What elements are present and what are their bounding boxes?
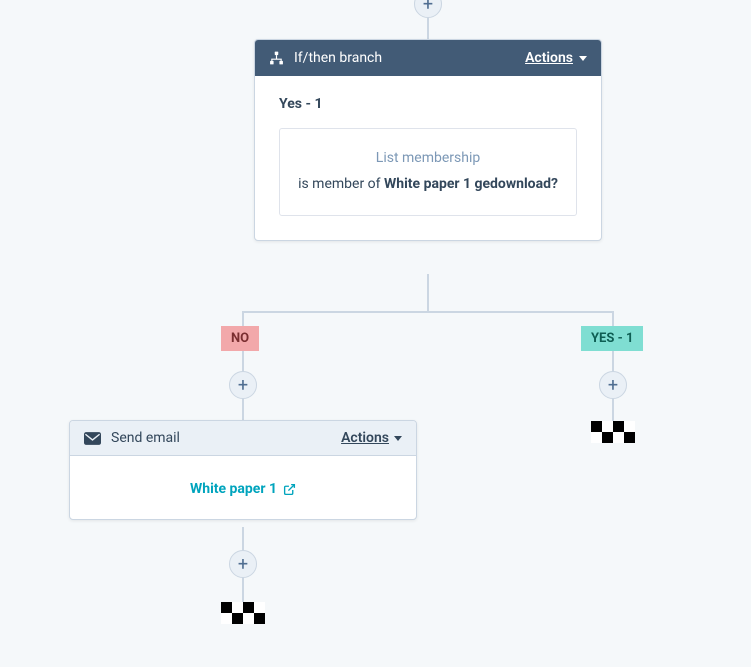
email-header-label: Send email bbox=[111, 430, 180, 446]
add-step-button-no[interactable]: + bbox=[229, 371, 257, 399]
envelope-icon bbox=[84, 432, 101, 445]
sitemap-icon bbox=[269, 51, 284, 65]
email-actions-button[interactable]: Actions bbox=[341, 430, 402, 446]
end-flag-icon bbox=[221, 602, 265, 624]
send-email-card[interactable]: Send email Actions White paper 1 bbox=[69, 420, 417, 520]
add-step-button-top[interactable]: + bbox=[414, 0, 442, 18]
email-card-header: Send email Actions bbox=[70, 421, 416, 456]
chevron-down-icon bbox=[579, 56, 587, 61]
if-then-branch-card[interactable]: If/then branch Actions Yes - 1 List memb… bbox=[254, 39, 602, 241]
branch-condition-title: Yes - 1 bbox=[279, 96, 577, 112]
branch-label-no[interactable]: NO bbox=[221, 326, 259, 351]
branch-header-label: If/then branch bbox=[294, 50, 382, 66]
branch-card-body: Yes - 1 List membership is member of Whi… bbox=[255, 76, 601, 240]
branch-condition-box[interactable]: List membership is member of White paper… bbox=[279, 128, 577, 216]
branch-label-yes[interactable]: YES - 1 bbox=[581, 326, 643, 351]
branch-card-header: If/then branch Actions bbox=[255, 40, 601, 76]
condition-text: is member of White paper 1 gedownload? bbox=[294, 173, 562, 197]
chevron-down-icon bbox=[394, 436, 402, 441]
connector-line bbox=[242, 311, 614, 313]
email-template-link[interactable]: White paper 1 bbox=[190, 481, 296, 497]
end-flag-icon bbox=[591, 421, 635, 443]
connector-line bbox=[427, 274, 429, 312]
condition-type: List membership bbox=[294, 147, 562, 171]
branch-actions-button[interactable]: Actions bbox=[525, 50, 587, 66]
external-link-icon bbox=[283, 483, 296, 496]
add-step-button-yes[interactable]: + bbox=[599, 371, 627, 399]
add-step-button-after-email[interactable]: + bbox=[229, 550, 257, 578]
email-card-body: White paper 1 bbox=[70, 456, 416, 519]
